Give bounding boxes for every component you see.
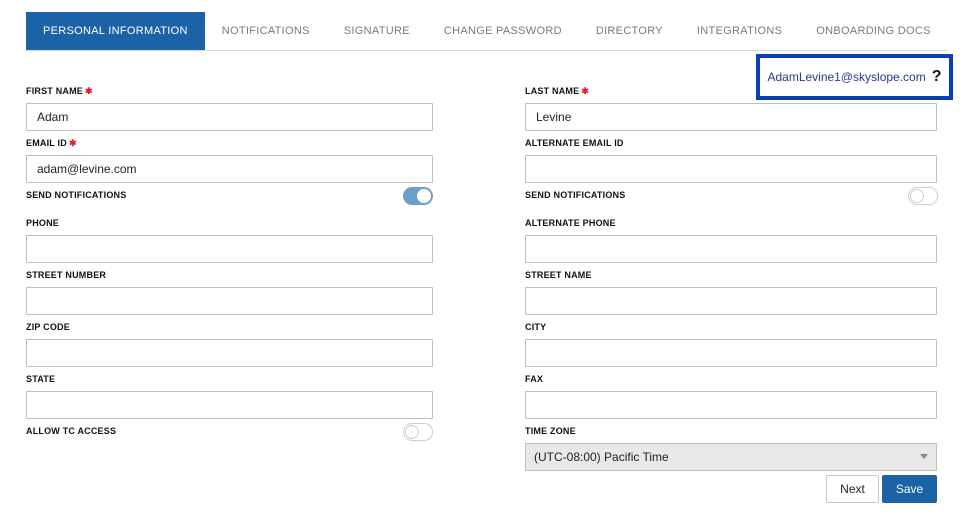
allow-tc-access-label: ALLOW TC ACCESS [26,426,117,436]
next-button[interactable]: Next [826,475,879,503]
account-badge: AdamLevine1@skyslope.com ? [756,54,953,100]
required-icon: ✱ [85,86,93,96]
toggle-knob [405,425,419,439]
city-label: CITY [525,322,547,332]
tab-personal-information[interactable]: PERSONAL INFORMATION [26,12,205,50]
alternate-email-id-input[interactable] [525,155,937,183]
street-name-label: STREET NAME [525,270,592,280]
fax-input[interactable] [525,391,937,419]
tab-onboarding-docs[interactable]: ONBOARDING DOCS [799,12,948,50]
first-name-input[interactable] [26,103,433,131]
alternate-phone-input[interactable] [525,235,937,263]
street-name-input[interactable] [525,287,937,315]
required-icon: ✱ [581,86,590,96]
send-notifications-toggle-right[interactable] [908,187,938,205]
send-notifications-label: SEND NOTIFICATIONS [26,190,127,200]
tab-signature[interactable]: SIGNATURE [327,12,427,50]
required-icon: ✱ [68,138,77,148]
tab-directory[interactable]: DIRECTORY [579,12,680,50]
caret-down-icon [920,454,928,459]
alternate-phone-label: ALTERNATE PHONE [525,218,616,228]
tab-change-password[interactable]: CHANGE PASSWORD [427,12,579,50]
alternate-email-id-label: ALTERNATE EMAIL ID [525,138,624,148]
street-number-input[interactable] [26,287,433,315]
zip-code-input[interactable] [26,339,433,367]
street-number-label: STREET NUMBER [26,270,107,280]
phone-label: PHONE [26,218,60,228]
last-name-label: LAST NAME ✱ [525,86,590,96]
send-notifications-toggle[interactable] [403,187,433,205]
toggle-knob [910,189,924,203]
time-zone-label: TIME ZONE [525,426,576,436]
zip-code-label: ZIP CODE [26,322,70,332]
send-notifications-label-right: SEND NOTIFICATIONS [525,190,626,200]
phone-input[interactable] [26,235,433,263]
account-email: AdamLevine1@skyslope.com [767,70,926,84]
email-id-label: EMAIL ID ✱ [26,138,77,148]
tab-integrations[interactable]: INTEGRATIONS [680,12,799,50]
email-id-input[interactable] [26,155,433,183]
save-button[interactable]: Save [882,475,937,503]
time-zone-value: (UTC-08:00) Pacific Time [534,450,669,464]
fax-label: FAX [525,374,544,384]
help-icon[interactable]: ? [932,69,942,85]
first-name-label: FIRST NAME ✱ [26,86,93,96]
time-zone-select[interactable]: (UTC-08:00) Pacific Time [525,443,937,471]
tab-notifications[interactable]: NOTIFICATIONS [205,12,327,50]
allow-tc-access-toggle[interactable] [403,423,433,441]
state-label: STATE [26,374,56,384]
last-name-input[interactable] [525,103,937,131]
state-input[interactable] [26,391,433,419]
city-input[interactable] [525,339,937,367]
profile-tabs: PERSONAL INFORMATION NOTIFICATIONS SIGNA… [26,12,948,51]
toggle-knob [417,189,431,203]
